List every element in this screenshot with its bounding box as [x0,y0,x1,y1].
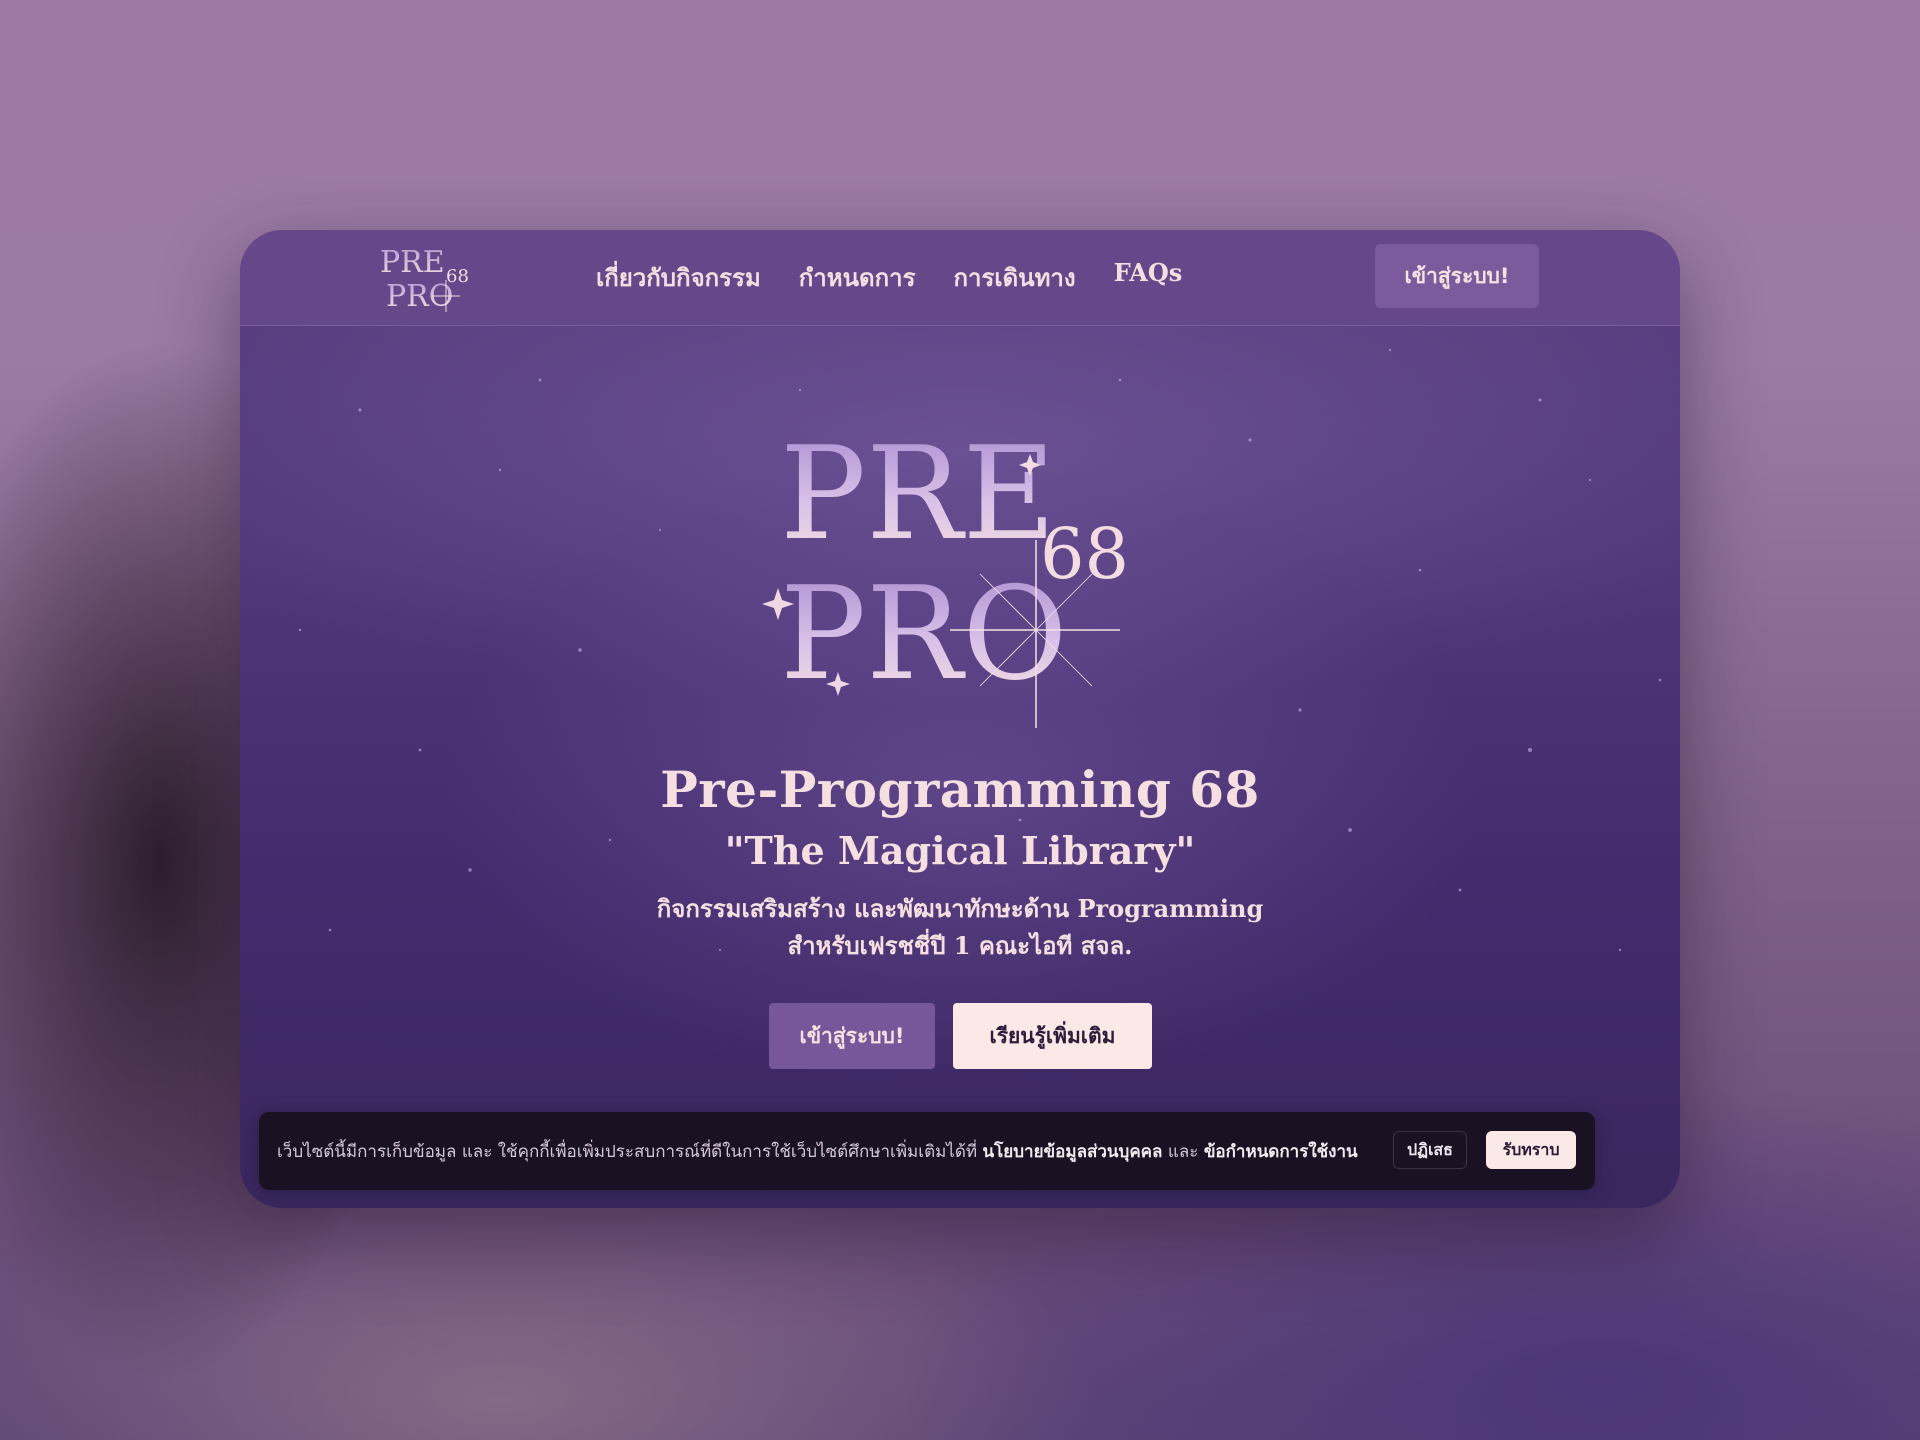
hero-description-line1: กิจกรรมเสริมสร้าง และพัฒนาทักษะด้าน Prog… [656,894,1264,923]
nav-link-faqs[interactable]: FAQs [1114,258,1183,297]
hero-description: กิจกรรมเสริมสร้าง และพัฒนาทักษะด้าน Prog… [240,890,1680,964]
hero-subtitle: "The Magical Library" [724,828,1196,873]
privacy-policy-link[interactable]: นโยบายข้อมูลส่วนบุคคล [983,1142,1163,1162]
hero-logo-pro: PRO [780,560,1067,709]
cookie-accept-button[interactable]: รับทราบ [1486,1131,1576,1169]
terms-of-use-link[interactable]: ข้อกำหนดการใช้งาน [1204,1142,1358,1162]
cookie-decline-button[interactable]: ปฏิเสธ [1393,1131,1467,1169]
hero-description-line2: สำหรับเฟรชชี่ปี 1 คณะไอที สจล. [787,931,1133,960]
hero-logo: PRE 68 PRO [762,420,1129,728]
hero-login-button[interactable]: เข้าสู่ระบบ! [769,1003,935,1069]
nav-link-about[interactable]: เกี่ยวกับกิจกรรม [596,258,761,297]
hero-learn-more-button[interactable]: เรียนรู้เพิ่มเติม [953,1003,1152,1069]
cookie-message: เว็บไซต์นี้มีการเก็บข้อมูล และ ใช้คุกกี้… [277,1138,1358,1165]
browser-window: PRE 68 PRO เกี่ยวกับกิจกรรม กำหนดการ การ… [240,230,1680,1208]
hero-title: Pre-Programming 68 [660,760,1260,819]
nav-links: เกี่ยวกับกิจกรรม กำหนดการ การเดินทาง FAQ… [596,258,1182,297]
nav-link-schedule[interactable]: กำหนดการ [799,258,916,297]
cookie-and-text: และ [1162,1142,1204,1162]
top-navbar: PRE 68 PRO เกี่ยวกับกิจกรรม กำหนดการ การ… [240,230,1680,326]
site-logo[interactable]: PRE 68 PRO [376,240,486,316]
hero-logo-pre: PRE [780,420,1056,569]
logo-text-pre: PRE [380,245,445,280]
nav-login-button[interactable]: เข้าสู่ระบบ! [1375,244,1539,308]
cookie-consent-bar: เว็บไซต์นี้มีการเก็บข้อมูล และ ใช้คุกกี้… [259,1112,1595,1190]
nav-link-travel[interactable]: การเดินทาง [953,258,1075,297]
cookie-message-text: เว็บไซต์นี้มีการเก็บข้อมูล และ ใช้คุกกี้… [277,1142,983,1162]
